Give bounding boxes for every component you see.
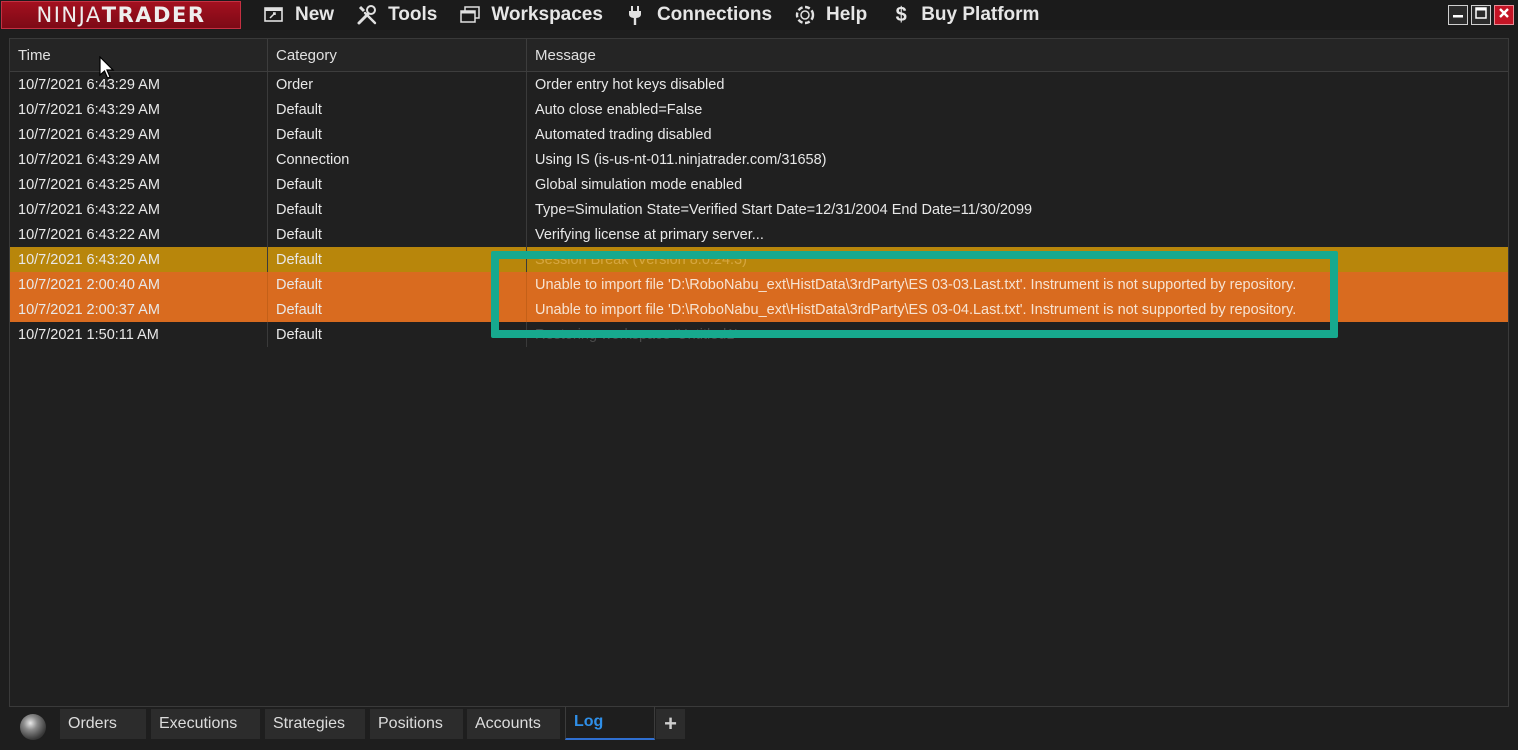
menu-buy-platform[interactable]: $ Buy Platform [889, 0, 1040, 30]
tab-positions-label: Positions [378, 715, 443, 732]
tab-strategies-label: Strategies [273, 715, 346, 732]
log-time-cell: 10/7/2021 2:00:40 AM [10, 272, 268, 297]
log-time-cell: 10/7/2021 6:43:29 AM [10, 122, 268, 147]
tab-log[interactable]: Log [565, 707, 655, 740]
log-message-cell: Order entry hot keys disabled [535, 77, 725, 93]
log-time-cell: 10/7/2021 6:43:29 AM [10, 97, 268, 122]
grid-body: 10/7/2021 6:43:29 AM Order Order entry hot… [10, 72, 1508, 347]
log-category-cell: Order [268, 72, 527, 97]
plus-icon: + [664, 711, 677, 736]
log-message-cell: Verifying license at primary server... [535, 227, 764, 243]
log-category-cell: Connection [268, 147, 527, 172]
column-header-time[interactable]: Time [10, 39, 268, 71]
menu-new[interactable]: New [263, 0, 334, 30]
menu-connections-label: Connections [656, 4, 773, 25]
menu-help[interactable]: Help [794, 0, 867, 30]
log-row[interactable]: 10/7/2021 6:43:25 AM Default Global simula… [10, 172, 1508, 197]
log-row[interactable]: 10/7/2021 6:43:29 AM Connection Using IS (… [10, 147, 1508, 172]
close-icon [1498, 6, 1510, 24]
logo-trader: TRADER [101, 3, 206, 27]
tab-accounts-label: Accounts [475, 715, 541, 732]
log-message-cell: Auto close enabled=False [535, 102, 703, 118]
column-header-message[interactable]: Message [527, 39, 1508, 71]
log-category-cell: Default [268, 322, 527, 347]
maximize-icon [1475, 6, 1487, 24]
log-time-cell: 10/7/2021 6:43:25 AM [10, 172, 268, 197]
log-row[interactable]: 10/7/2021 6:43:29 AM Order Order entry hot… [10, 72, 1508, 97]
log-time-cell: 10/7/2021 6:43:22 AM [10, 222, 268, 247]
log-message-cell: Unable to import file 'D:\RoboNabu_ext\H… [535, 277, 1297, 293]
menu-connections[interactable]: Connections [625, 0, 772, 30]
log-message-cell: Automated trading disabled [535, 127, 712, 143]
menu-workspaces[interactable]: Workspaces [459, 0, 603, 30]
log-time-cell: 10/7/2021 6:43:22 AM [10, 197, 268, 222]
log-message-cell: Global simulation mode enabled [535, 177, 743, 193]
dollar-icon: $ [895, 4, 907, 26]
menu-buy-platform-label: Buy Platform [921, 4, 1040, 25]
plug-icon [625, 4, 649, 26]
log-category-cell: Default [268, 247, 527, 272]
tools-icon [356, 4, 380, 26]
column-header-category[interactable]: Category [268, 39, 527, 71]
log-time-cell: 10/7/2021 6:43:29 AM [10, 72, 268, 97]
log-time-cell: 10/7/2021 6:43:29 AM [10, 147, 268, 172]
log-message-cell: Using IS (is-us-nt-011.ninjatrader.com/3… [535, 152, 827, 168]
log-category-cell: Default [268, 197, 527, 222]
log-row[interactable]: 10/7/2021 2:00:37 AM Default Unable to imp… [10, 297, 1508, 322]
tab-bar: Orders Executions Strategies Positions A… [0, 707, 1518, 750]
grid-header: Time Category Message [10, 39, 1508, 72]
connection-status-orb-icon[interactable] [20, 714, 46, 740]
tab-orders[interactable]: Orders [60, 709, 146, 739]
log-category-cell: Default [268, 97, 527, 122]
tab-log-label: Log [574, 713, 604, 730]
log-category-cell: Default [268, 272, 527, 297]
log-category-cell: Default [268, 297, 527, 322]
ninjatrader-logo: NINJA TRADER [1, 1, 241, 29]
log-category-cell: Default [268, 172, 527, 197]
log-time-cell: 10/7/2021 1:50:11 AM [10, 322, 268, 347]
log-message-cell: Type=Simulation State=Verified Start Dat… [535, 202, 1033, 218]
tab-strategies[interactable]: Strategies [265, 709, 365, 739]
logo-ninja: NINJA [36, 3, 102, 27]
log-time-cell: 10/7/2021 2:00:37 AM [10, 297, 268, 322]
close-button[interactable] [1494, 5, 1514, 25]
new-window-icon [263, 4, 287, 26]
menu-help-label: Help [826, 4, 868, 25]
window-controls [1448, 5, 1514, 25]
add-tab-button[interactable]: + [656, 709, 685, 739]
tab-executions[interactable]: Executions [151, 709, 260, 739]
log-row[interactable]: 10/7/2021 6:43:22 AM Default Type=Simulati… [10, 197, 1508, 222]
log-row[interactable]: 10/7/2021 1:50:11 AM Default Restoring wor… [10, 322, 1508, 347]
help-lifebuoy-icon [794, 4, 818, 26]
menu-bar: NINJA TRADER New Tools Workspaces Connect [0, 0, 1518, 30]
menu-tools-label: Tools [388, 4, 438, 25]
workspaces-icon [459, 4, 483, 26]
log-category-cell: Default [268, 122, 527, 147]
mouse-cursor-icon [99, 55, 115, 80]
log-grid: Time Category Message 10/7/2021 6:43:29 … [9, 38, 1509, 707]
log-row[interactable]: 10/7/2021 6:43:22 AM Default Verifying lic… [10, 222, 1508, 247]
log-category-cell: Default [268, 222, 527, 247]
menu-tools[interactable]: Tools [356, 0, 437, 30]
tab-orders-label: Orders [68, 715, 117, 732]
menu-workspaces-label: Workspaces [491, 4, 603, 25]
log-message-cell: Unable to import file 'D:\RoboNabu_ext\H… [535, 302, 1297, 318]
log-row[interactable]: 10/7/2021 6:43:20 AM Default Session Break… [10, 247, 1508, 272]
maximize-button[interactable] [1471, 5, 1491, 25]
control-center-window: NINJA TRADER New Tools Workspaces Connect [0, 0, 1518, 750]
tab-positions[interactable]: Positions [370, 709, 463, 739]
tab-accounts[interactable]: Accounts [467, 709, 560, 739]
log-row[interactable]: 10/7/2021 6:43:29 AM Default Automated tra… [10, 122, 1508, 147]
menu-new-label: New [295, 4, 335, 25]
minimize-icon [1452, 6, 1464, 24]
minimize-button[interactable] [1448, 5, 1468, 25]
log-time-cell: 10/7/2021 6:43:20 AM [10, 247, 268, 272]
log-message-cell: Restoring workspace 'Untitled1' [535, 327, 738, 343]
log-row[interactable]: 10/7/2021 6:43:29 AM Default Auto close en… [10, 97, 1508, 122]
tab-executions-label: Executions [159, 715, 238, 732]
log-row[interactable]: 10/7/2021 2:00:40 AM Default Unable to imp… [10, 272, 1508, 297]
log-message-cell: Session Break (Version 8.0.24.3) [535, 252, 747, 268]
